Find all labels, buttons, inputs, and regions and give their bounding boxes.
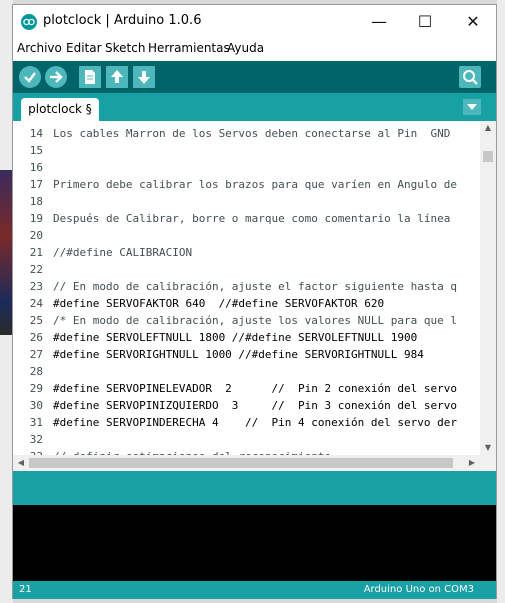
line-number-label: 25 xyxy=(29,314,43,327)
code-line: 31 #define SERVOPINDERECHA 4 // Pin 4 con… xyxy=(13,414,480,431)
code-text: Primero debe calibrar los brazos para qu… xyxy=(53,178,457,191)
line-number-label: 32 xyxy=(29,433,43,446)
code-line: 24 #define SERVOFAKTOR 640 //#define SERV… xyxy=(13,295,480,312)
new-file-icon xyxy=(85,70,95,84)
code-line: 15 xyxy=(13,142,480,159)
line-number-label: 24 xyxy=(29,297,43,310)
scroll-down-arrow-icon[interactable]: ▼ xyxy=(480,443,496,452)
code-line: 33 // definir estimaciones del reconocimi… xyxy=(13,448,480,455)
tab-bar: plotclock § xyxy=(13,93,496,121)
line-number-label: 29 xyxy=(29,382,43,395)
code-text: #define SERVOLEFTNULL 1800 //#define SER… xyxy=(53,331,418,344)
code-text: #define SERVORIGHTNULL 1000 //#define SE… xyxy=(53,348,424,361)
horizontal-scroll-thumb[interactable] xyxy=(29,458,453,468)
code-line: 26 #define SERVOLEFTNULL 1800 //#define S… xyxy=(13,329,480,346)
scroll-left-arrow-icon[interactable]: ◀ xyxy=(13,458,29,467)
arduino-logo-icon xyxy=(21,14,37,30)
line-number-label: 16 xyxy=(29,161,43,174)
upload-button[interactable] xyxy=(45,66,67,88)
up-arrow-icon xyxy=(111,70,123,83)
code-text: // En modo de calibración, ajuste el fac… xyxy=(53,280,457,293)
code-line: 32 xyxy=(13,431,480,448)
code-text: #define SERVOPINIZQUIERDO 3 // Pin 3 con… xyxy=(53,399,457,412)
magnifier-icon xyxy=(463,70,478,85)
verify-button[interactable] xyxy=(19,66,41,88)
menu-ayuda[interactable]: Ayuda xyxy=(227,41,264,55)
horizontal-scrollbar[interactable]: ◀ ▶ xyxy=(13,455,480,471)
line-number-label: 23 xyxy=(29,280,43,293)
scroll-up-arrow-icon[interactable]: ▲ xyxy=(480,123,496,132)
menu-sketch[interactable]: Sketch xyxy=(105,41,145,55)
line-number-label: 28 xyxy=(29,365,43,378)
footer-bar: 21 Arduino Uno on COM3 xyxy=(13,581,496,599)
code-editor[interactable]: 14 Los cables Marron de los Servos deben … xyxy=(13,121,480,455)
line-number-label: 22 xyxy=(29,263,43,276)
tab-plotclock[interactable]: plotclock § xyxy=(21,98,99,121)
code-line: 17 Primero debe calibrar los brazos para … xyxy=(13,176,480,193)
toolbar xyxy=(13,61,496,93)
window-title: plotclock | Arduino 1.0.6 xyxy=(43,13,202,28)
line-number-label: 19 xyxy=(29,212,43,225)
tab-menu-button[interactable] xyxy=(463,99,481,115)
code-text: // definir estimaciones del reconocimien… xyxy=(53,448,331,455)
scroll-corner xyxy=(480,455,496,471)
background-window-right xyxy=(497,0,505,603)
code-line: 20 xyxy=(13,227,480,244)
code-text: #define SERVOPINDERECHA 4 // Pin 4 conex… xyxy=(53,416,457,429)
serial-monitor-button[interactable] xyxy=(459,66,481,88)
code-line: 19 Después de Calibrar, borre o marque co… xyxy=(13,210,480,227)
code-line: 29 #define SERVOPINELEVADOR 2 // Pin 2 co… xyxy=(13,380,480,397)
vertical-scrollbar[interactable]: ▲ ▼ xyxy=(480,121,496,455)
menu-bar: Archivo Editar Sketch Herramientas Ayuda xyxy=(13,38,496,60)
code-line: 16 xyxy=(13,159,480,176)
code-text: #define SERVOPINELEVADOR 2 // Pin 2 cone… xyxy=(53,382,457,395)
code-text: Los cables Marron de los Servos deben co… xyxy=(53,127,451,140)
console-output xyxy=(13,505,496,581)
line-number: 21 xyxy=(19,584,32,595)
code-text: Después de Calibrar, borre o marque como… xyxy=(53,212,451,225)
title-bar: plotclock | Arduino 1.0.6 — ☐ ✕ xyxy=(13,5,496,38)
line-number-label: 27 xyxy=(29,348,43,361)
arduino-window: plotclock | Arduino 1.0.6 — ☐ ✕ Archivo … xyxy=(12,4,497,599)
line-number-label: 21 xyxy=(29,246,43,259)
board-port: Arduino Uno on COM3 xyxy=(363,584,474,595)
code-text: /* En modo de calibración, ajuste los va… xyxy=(53,314,457,327)
menu-archivo[interactable]: Archivo xyxy=(17,41,62,55)
code-line: 14 Los cables Marron de los Servos deben … xyxy=(13,125,480,142)
code-line: 23 // En modo de calibración, ajuste el f… xyxy=(13,278,480,295)
down-arrow-icon xyxy=(138,71,150,84)
code-line: 30 #define SERVOPINIZQUIERDO 3 // Pin 3 c… xyxy=(13,397,480,414)
save-button[interactable] xyxy=(133,66,155,88)
minimize-button[interactable]: — xyxy=(356,5,402,38)
menu-herramientas[interactable]: Herramientas xyxy=(148,41,230,55)
menu-editar[interactable]: Editar xyxy=(66,41,102,55)
code-line: 25 /* En modo de calibración, ajuste los … xyxy=(13,312,480,329)
code-text: #define SERVOFAKTOR 640 //#define SERVOF… xyxy=(53,297,385,310)
close-button[interactable]: ✕ xyxy=(450,5,496,38)
status-area xyxy=(13,471,496,505)
line-number-label: 17 xyxy=(29,178,43,191)
code-line: 22 xyxy=(13,261,480,278)
check-icon xyxy=(24,72,36,83)
open-button[interactable] xyxy=(106,66,128,88)
line-number-label: 14 xyxy=(29,127,43,140)
code-line: 21 //#define CALIBRACION xyxy=(13,244,480,261)
line-number-label: 31 xyxy=(29,416,43,429)
vertical-scroll-thumb[interactable] xyxy=(483,151,493,162)
line-number-label: 30 xyxy=(29,399,43,412)
code-line: 28 xyxy=(13,363,480,380)
line-number-label: 18 xyxy=(29,195,43,208)
line-number-label: 20 xyxy=(29,229,43,242)
line-number-label: 15 xyxy=(29,144,43,157)
line-number-label: 33 xyxy=(13,448,43,455)
code-line: 18 xyxy=(13,193,480,210)
code-text: //#define CALIBRACION xyxy=(53,246,193,259)
new-button[interactable] xyxy=(79,66,101,88)
scroll-right-arrow-icon[interactable]: ▶ xyxy=(464,458,480,467)
code-line: 27 #define SERVORIGHTNULL 1000 //#define … xyxy=(13,346,480,363)
line-number-label: 26 xyxy=(29,331,43,344)
triangle-down-icon xyxy=(467,104,477,110)
right-arrow-icon xyxy=(50,71,63,83)
maximize-button[interactable]: ☐ xyxy=(402,5,448,38)
